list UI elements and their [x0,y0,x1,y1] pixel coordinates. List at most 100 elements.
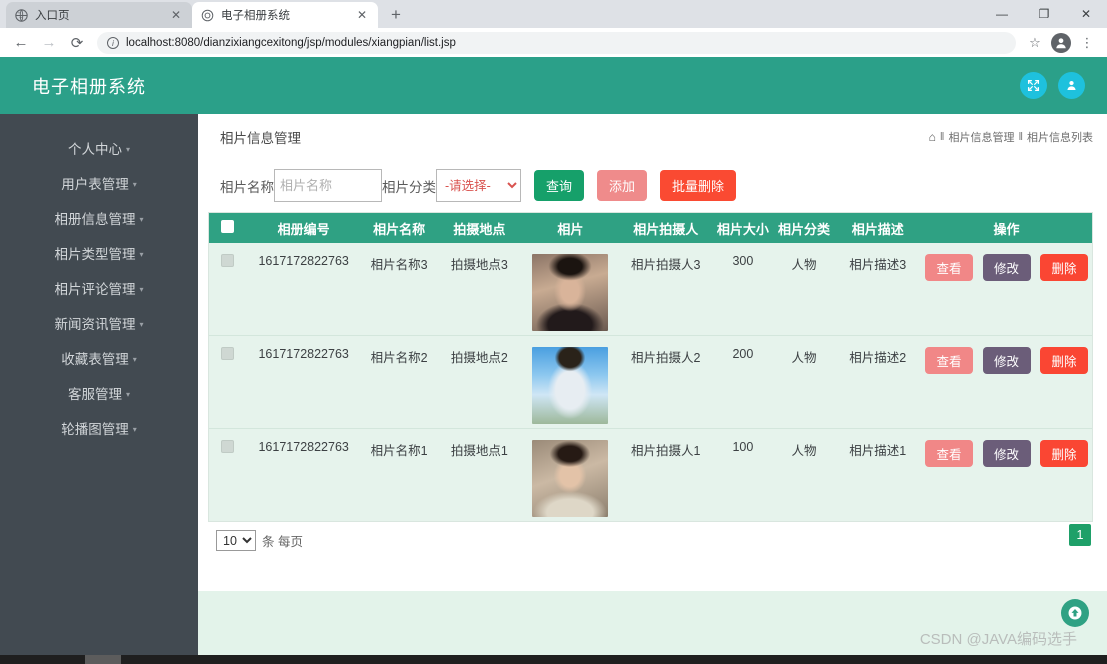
scroll-to-top-button[interactable] [1061,599,1089,627]
forward-button[interactable]: → [36,30,62,56]
delete-button[interactable]: 删除 [1040,347,1088,374]
row-select-cell [209,429,246,522]
select-all-checkbox[interactable] [221,220,235,233]
cell-location: 拍摄地点2 [450,351,508,365]
photo-thumbnail[interactable] [532,254,609,331]
sidebar-item-label: 个人中心 [67,141,122,157]
sidebar-item-label: 相片类型管理 [54,246,136,262]
back-button[interactable]: ← [8,30,34,56]
watermark-text: CSDN @JAVA编码选手 [919,631,1077,648]
chevron-down-icon: ▾ [139,250,144,259]
sidebar-item-carousel[interactable]: 轮播图管理 ▾ [0,410,198,445]
close-window-button[interactable]: ✕ [1065,0,1107,28]
app-body: 个人中心 ▾ 用户表管理 ▾ 相册信息管理 ▾ 相片类型管理 ▾ 相片评论管理 [0,114,1107,655]
cell-actions: 查看 修改 删除 [921,429,1092,522]
close-icon[interactable]: ✕ [354,7,370,23]
edit-button[interactable]: 修改 [982,440,1031,467]
browser-tab-entry-page[interactable]: 入口页 ✕ [6,2,192,28]
per-page-select[interactable]: 10 [216,530,256,551]
cell-category: 人物 [791,444,817,458]
breadcrumb-item-photo-info-management[interactable]: 相片信息管理 [948,129,1014,145]
os-taskbar [0,655,1107,664]
home-icon[interactable]: ⌂ [929,130,936,144]
edit-button[interactable]: 修改 [982,254,1031,281]
three-dot-menu-icon[interactable]: ⋮ [1075,31,1099,55]
sidebar-item-photo-comment[interactable]: 相片评论管理 ▾ [0,270,198,305]
sidebar-item-favorites[interactable]: 收藏表管理 ▾ [0,340,198,375]
address-bar[interactable]: i localhost:8080/dianzixiangcexitong/jsp… [97,31,1016,54]
row-checkbox[interactable] [221,347,235,360]
batch-delete-button[interactable]: 批量删除 [660,170,737,201]
cell-photo [522,336,619,429]
delete-button[interactable]: 删除 [1040,440,1088,467]
delete-button[interactable]: 删除 [1040,254,1088,281]
page-footer: CSDN @JAVA编码选手 [198,591,1107,655]
window-controls: — ❐ ✕ [981,0,1107,28]
table-row: 1617172822763 相片名称3 拍摄地点3 相片拍摄人3 300 人物 … [209,243,1092,336]
sidebar-item-label: 客服管理 [67,386,122,402]
fullscreen-button[interactable] [1020,72,1047,99]
view-button[interactable]: 查看 [925,347,974,374]
row-select-cell [209,336,246,429]
cell-photographer: 相片拍摄人3 [631,258,701,272]
column-size: 相片大小 [712,213,774,243]
view-button[interactable]: 查看 [925,440,974,467]
sidebar-item-label: 新闻资讯管理 [54,316,136,332]
sidebar-item-label: 相片评论管理 [54,281,136,297]
chevron-down-icon: ▾ [139,320,144,329]
photo-thumbnail[interactable] [532,440,609,517]
page-viewport: 电子相册系统 个人中心 ▾ 用户表管理 ▾ 相册信息管理 ▾ 相片类型管理 ▾ … [0,57,1107,655]
add-button[interactable]: 添加 [597,170,648,201]
minimize-button[interactable]: — [981,0,1023,28]
user-button[interactable] [1058,72,1085,99]
avatar [1051,32,1071,53]
cell-photo [522,243,619,336]
page-title: 相片信息管理 [220,130,301,146]
content-header: 相片信息管理 ⌂ ‖ 相片信息管理 ‖ 相片信息列表 [198,114,1107,159]
sidebar-item-personal-center[interactable]: 个人中心 ▾ [0,130,198,165]
sidebar-item-photo-type[interactable]: 相片类型管理 ▾ [0,235,198,270]
sidebar-item-label: 用户表管理 [61,176,129,192]
maximize-button[interactable]: ❐ [1023,0,1065,28]
edit-button[interactable]: 修改 [982,347,1031,374]
taskbar-item[interactable] [85,655,121,664]
cell-description: 相片描述2 [849,351,907,365]
info-icon[interactable]: i [107,36,119,49]
page-button-1[interactable]: 1 [1069,524,1091,546]
main-content: 相片信息管理 ⌂ ‖ 相片信息管理 ‖ 相片信息列表 相片名称 相片分类 -请选… [198,114,1107,655]
column-actions: 操作 [921,213,1092,243]
sidebar-item-album-info[interactable]: 相册信息管理 ▾ [0,200,198,235]
cell-photographer: 相片拍摄人2 [631,351,701,365]
chevron-down-icon: ▾ [139,285,144,294]
photo-name-input[interactable] [274,169,382,202]
browser-window: 入口页 ✕ 电子相册系统 ✕ + — ❐ ✕ ← → ⟳ i localhost… [0,0,1107,664]
photo-category-label: 相片分类 [382,179,436,195]
chevron-down-icon: ▾ [125,390,130,399]
cell-location: 拍摄地点3 [450,258,508,272]
reload-button[interactable]: ⟳ [64,30,90,56]
breadcrumb-separator: ‖ [939,130,945,143]
photo-category-select[interactable]: -请选择- [436,169,521,202]
cell-photo-name: 相片名称2 [370,351,428,365]
per-page-label: 条 每页 [262,535,303,549]
column-album-id: 相册编号 [246,213,362,243]
row-checkbox[interactable] [221,440,235,453]
close-icon[interactable]: ✕ [168,7,184,23]
column-description: 相片描述 [834,213,922,243]
photo-thumbnail[interactable] [532,347,609,424]
new-tab-button[interactable]: + [382,2,410,28]
tab-strip: 入口页 ✕ 电子相册系统 ✕ + — ❐ ✕ [0,0,1107,28]
sidebar-item-customer-service[interactable]: 客服管理 ▾ [0,375,198,410]
row-checkbox[interactable] [221,254,235,267]
view-button[interactable]: 查看 [925,254,974,281]
column-category: 相片分类 [773,213,835,243]
account-icon[interactable] [1049,31,1073,55]
sidebar-item-user-table[interactable]: 用户表管理 ▾ [0,165,198,200]
star-icon[interactable]: ☆ [1023,31,1047,55]
table-row: 1617172822763 相片名称1 拍摄地点1 相片拍摄人1 100 人物 … [209,428,1092,522]
query-button[interactable]: 查询 [534,170,585,201]
app-title: 电子相册系统 [32,76,146,97]
sidebar-item-news[interactable]: 新闻资讯管理 ▾ [0,305,198,340]
browser-tab-photo-album-system[interactable]: 电子相册系统 ✕ [192,2,378,28]
row-select-cell [209,243,246,336]
